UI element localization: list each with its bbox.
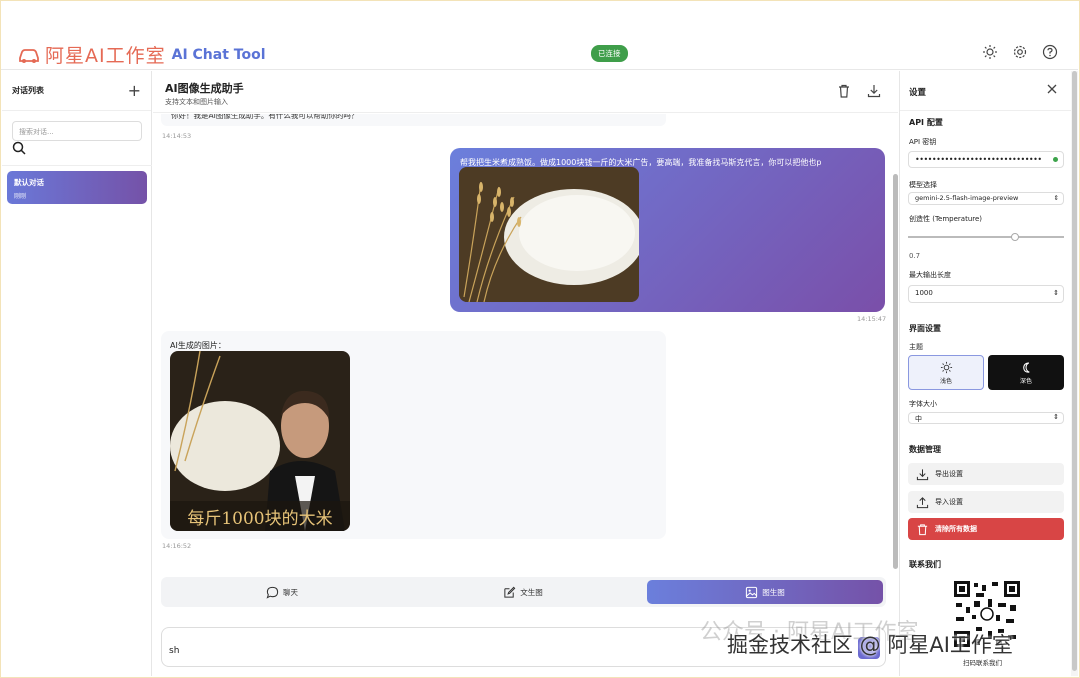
image-icon xyxy=(746,586,758,598)
slider-knob[interactable] xyxy=(1011,233,1019,241)
download-icon[interactable] xyxy=(866,83,882,99)
export-settings-button[interactable]: 导出设置 xyxy=(908,463,1064,485)
chat-main: AI图像生成助手 支持文本和图片输入 你好！我是AI图像生成助手。有什么我可以帮… xyxy=(153,71,898,676)
uploaded-rice-image[interactable] xyxy=(459,167,639,302)
message-time: 14:14:53 xyxy=(162,132,192,140)
search-input[interactable]: 搜索对话... xyxy=(12,121,142,141)
moon-icon xyxy=(1022,361,1030,373)
car-logo-icon xyxy=(19,48,39,63)
sun-icon[interactable] xyxy=(982,44,998,60)
app-header: 阿星AI工作室 AI Chat Tool 已连接 xyxy=(1,35,1078,70)
import-settings-button[interactable]: 导入设置 xyxy=(908,491,1064,513)
contact-section-title: 联系我们 xyxy=(909,560,941,569)
stepper-icon[interactable]: ⇕ xyxy=(1053,289,1059,297)
divider xyxy=(2,165,152,166)
download-icon xyxy=(916,468,929,480)
ai-message-label: AI生成的图片： xyxy=(170,341,226,350)
font-size-label: 字体大小 xyxy=(909,400,937,408)
model-select[interactable]: gemini-2.5-flash-image-preview ⇕ xyxy=(908,192,1064,205)
message-time: 14:15:47 xyxy=(857,315,887,323)
font-size-select[interactable]: 中 ⇕ xyxy=(908,412,1064,424)
tab-chat[interactable]: 聊天 xyxy=(164,580,400,604)
watermark-juejin: 掘金技术社区 @ 阿星AI工作室 xyxy=(727,633,1013,657)
settings-panel: 设置 API 配置 API 密钥 •••••••••••••••••••••••… xyxy=(899,71,1071,676)
sidebar-title: 对话列表 xyxy=(12,86,44,95)
select-arrow-icon: ⇕ xyxy=(1053,194,1059,202)
search-icon xyxy=(12,141,26,155)
ui-section-title: 界面设置 xyxy=(909,324,941,333)
chat-title: AI图像生成助手 xyxy=(165,82,244,95)
chat-scrollbar[interactable] xyxy=(892,114,898,569)
chat-header: AI图像生成助手 支持文本和图片输入 xyxy=(153,71,898,113)
key-valid-indicator xyxy=(1053,157,1058,162)
conversation-title: 默认对话 xyxy=(14,178,44,187)
message-list[interactable]: 你好！我是AI图像生成助手。有什么我可以帮助你的吗？ 14:14:53 帮我把生… xyxy=(153,114,898,569)
sun-icon xyxy=(940,361,952,373)
chat-icon xyxy=(266,586,279,599)
theme-light-label: 浅色 xyxy=(939,377,952,385)
conversation-sidebar: 对话列表 + 搜索对话... 默认对话 刚刚 xyxy=(2,71,152,676)
generated-ad-image[interactable]: 每斤1000块的大米 xyxy=(170,351,350,531)
new-conversation-button[interactable]: + xyxy=(128,81,141,100)
tab-text-to-image-label: 文生图 xyxy=(520,587,543,597)
theme-dark-label: 深色 xyxy=(1019,377,1032,385)
tab-image-to-image-label: 图生图 xyxy=(762,587,785,597)
logo: 阿星AI工作室 AI Chat Tool xyxy=(17,41,266,68)
settings-title: 设置 xyxy=(909,88,927,98)
brand-name: 阿星AI工作室 xyxy=(45,45,166,67)
ad-caption: 每斤1000块的大米 xyxy=(187,509,332,529)
status-badge: 已连接 xyxy=(591,45,628,62)
max-tokens-input[interactable]: 1000 ⇕ xyxy=(908,285,1064,303)
select-arrow-icon: ⇕ xyxy=(1053,413,1059,421)
mode-tabs: 聊天 文生图 图生图 xyxy=(161,577,886,607)
temperature-value: 0.7 xyxy=(909,252,921,260)
data-section-title: 数据管理 xyxy=(909,445,941,454)
edit-icon xyxy=(504,586,516,598)
tab-chat-label: 聊天 xyxy=(283,587,298,597)
api-key-field[interactable]: •••••••••••••••••••••••••••••• xyxy=(908,151,1064,168)
theme-label: 主题 xyxy=(909,343,923,351)
clear-all-data-button[interactable]: 清除所有数据 xyxy=(908,518,1064,540)
ai-image-message: AI生成的图片： 每斤1000块的大米 xyxy=(161,331,666,539)
api-key-value: •••••••••••••••••••••••••••••• xyxy=(915,155,1042,164)
user-message: 帮我把生米煮成熟饭。做成1000块钱一斤的大米广告，要高端，我准备找马斯克代言，… xyxy=(450,148,885,312)
ai-message: 你好！我是AI图像生成助手。有什么我可以帮助你的吗？ xyxy=(161,114,666,126)
api-section-title: API 配置 xyxy=(909,118,943,127)
trash-icon xyxy=(917,523,928,535)
message-time: 14:16:52 xyxy=(162,542,192,550)
tab-text-to-image[interactable]: 文生图 xyxy=(405,580,641,604)
trash-icon[interactable] xyxy=(836,83,852,99)
page-scroll-thumb[interactable] xyxy=(1072,71,1077,671)
chat-subtitle: 支持文本和图片输入 xyxy=(165,98,228,106)
product-name: AI Chat Tool xyxy=(171,46,266,63)
model-label: 模型选择 xyxy=(909,181,937,189)
conversation-time: 刚刚 xyxy=(14,193,27,200)
close-icon[interactable] xyxy=(1045,82,1059,96)
conversation-item[interactable]: 默认对话 刚刚 xyxy=(7,171,147,204)
temperature-slider[interactable] xyxy=(908,233,1064,241)
api-key-label: API 密钥 xyxy=(909,138,937,146)
temperature-label: 创造性 (Temperature) xyxy=(909,215,983,223)
tab-image-to-image[interactable]: 图生图 xyxy=(647,580,883,604)
model-value: gemini-2.5-flash-image-preview xyxy=(915,194,1019,202)
help-icon[interactable] xyxy=(1042,44,1058,60)
font-size-value: 中 xyxy=(915,415,922,423)
theme-dark-button[interactable]: 深色 xyxy=(988,355,1064,390)
page-scrollbar[interactable] xyxy=(1071,71,1078,676)
import-label: 导入设置 xyxy=(935,498,963,506)
clear-label: 清除所有数据 xyxy=(935,525,977,533)
export-label: 导出设置 xyxy=(935,470,963,478)
max-tokens-value: 1000 xyxy=(915,289,933,297)
gear-icon[interactable] xyxy=(1012,44,1028,60)
upload-icon xyxy=(916,496,929,508)
theme-light-button[interactable]: 浅色 xyxy=(908,355,984,390)
scroll-thumb[interactable] xyxy=(893,174,898,569)
max-tokens-label: 最大输出长度 xyxy=(909,271,951,279)
